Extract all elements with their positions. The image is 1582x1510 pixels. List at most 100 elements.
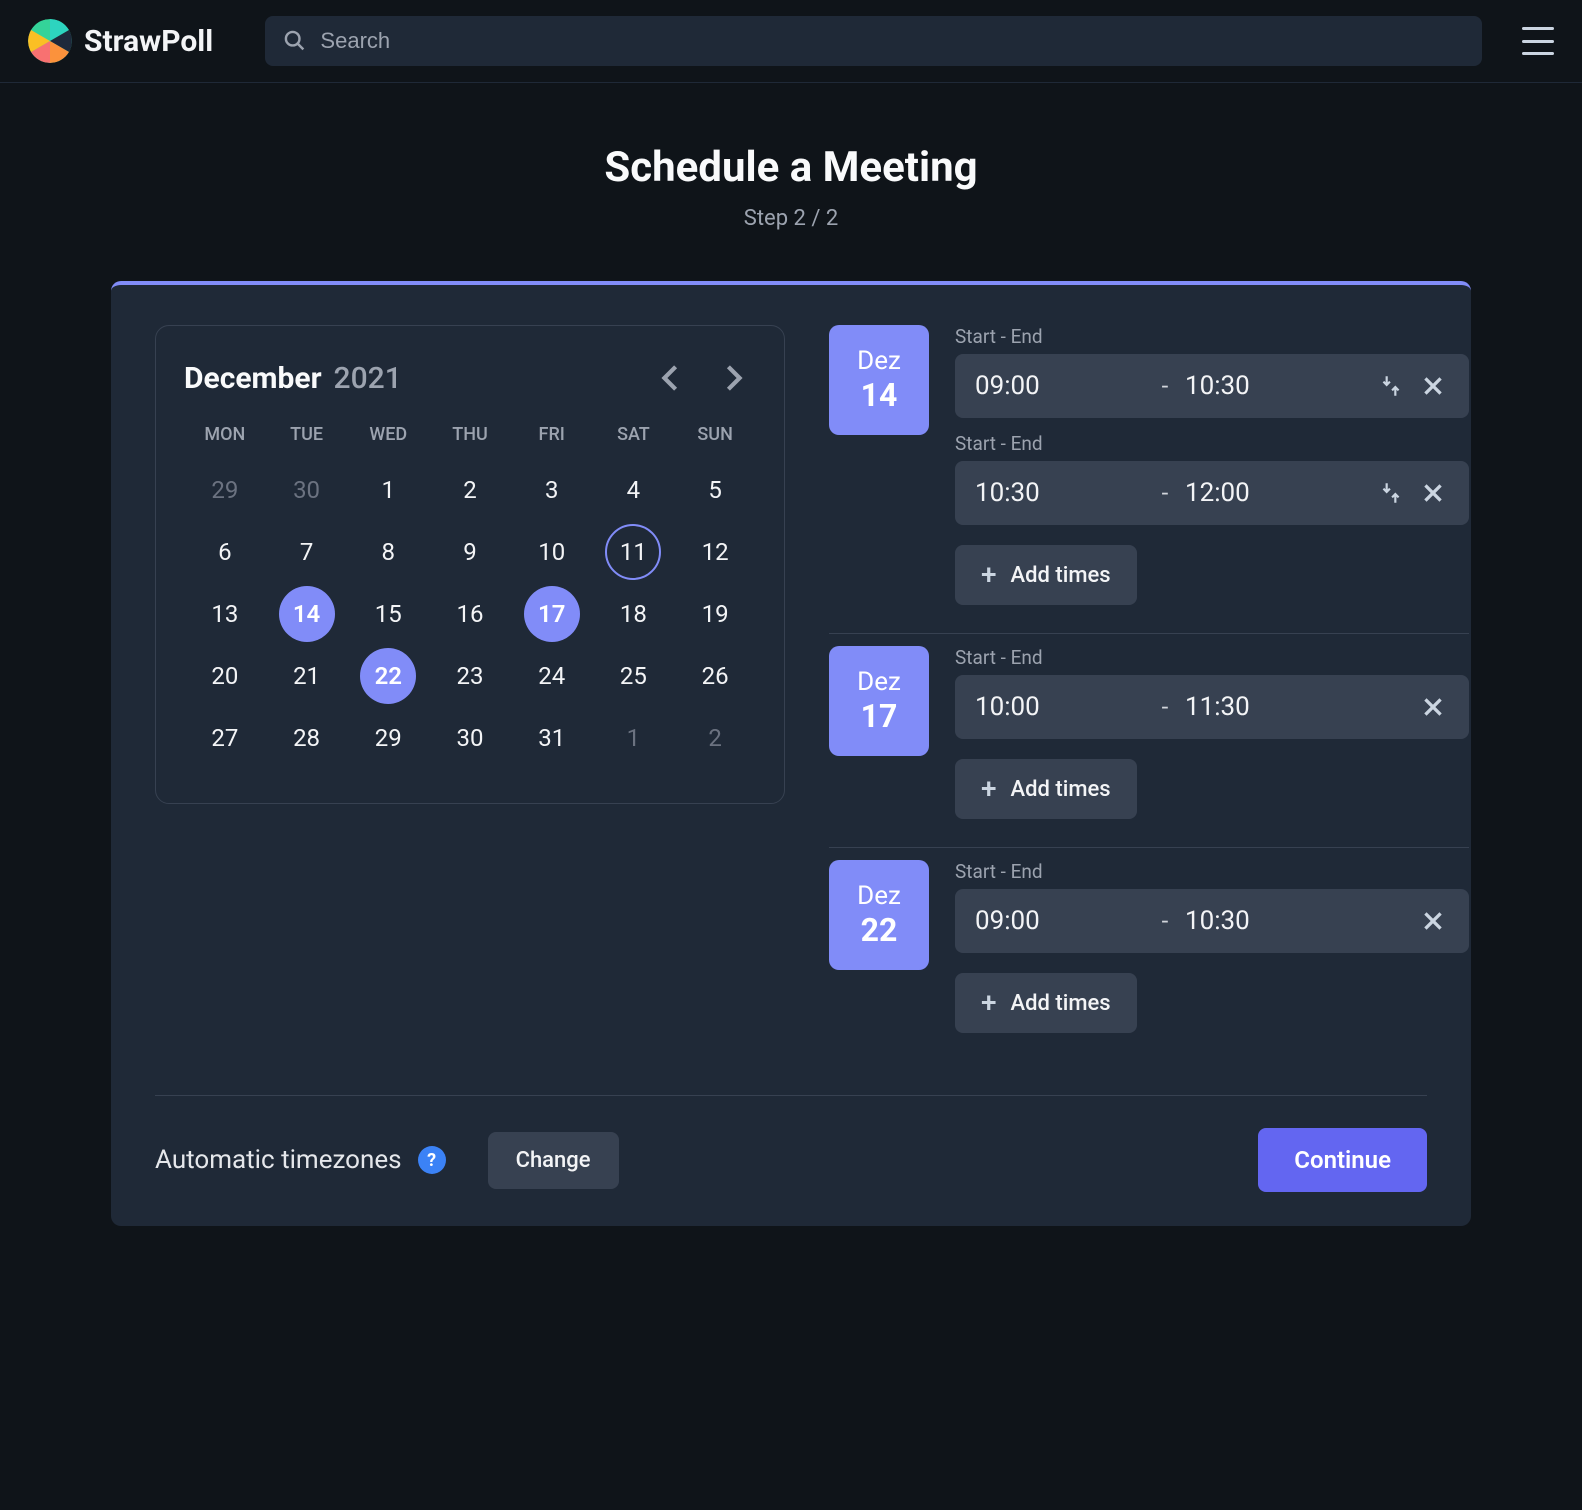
remove-slot-icon[interactable] <box>1417 905 1449 937</box>
calendar-day[interactable]: 11 <box>593 521 675 583</box>
time-slot: 10:00-11:30 <box>955 675 1469 739</box>
time-slot: 09:00-10:30 <box>955 889 1469 953</box>
calendar-day[interactable]: 21 <box>266 645 348 707</box>
calendar-day[interactable]: 30 <box>266 459 348 521</box>
remove-slot-icon[interactable] <box>1417 691 1449 723</box>
calendar-day[interactable]: 16 <box>429 583 511 645</box>
time-separator: - <box>1155 907 1175 935</box>
calendar-day[interactable]: 4 <box>593 459 675 521</box>
calendar-day[interactable]: 17 <box>511 583 593 645</box>
copy-slot-icon[interactable] <box>1375 370 1407 402</box>
calendar-dow: MON <box>184 424 266 459</box>
date-group: Dez17 Start - End 10:00-11:30 +Add times <box>829 634 1469 848</box>
calendar-day[interactable]: 27 <box>184 707 266 769</box>
calendar-title: December 2021 <box>184 361 402 396</box>
calendar-day[interactable]: 24 <box>511 645 593 707</box>
end-time-input[interactable]: 10:30 <box>1185 371 1355 401</box>
end-time-input[interactable]: 11:30 <box>1185 692 1355 722</box>
search-box[interactable] <box>265 16 1482 66</box>
calendar-day[interactable]: 9 <box>429 521 511 583</box>
calendar-day[interactable]: 12 <box>674 521 756 583</box>
remove-slot-icon[interactable] <box>1417 370 1449 402</box>
calendar-day[interactable]: 22 <box>347 645 429 707</box>
add-times-button[interactable]: +Add times <box>955 973 1137 1033</box>
logo-icon <box>28 19 72 63</box>
calendar-day[interactable]: 28 <box>266 707 348 769</box>
calendar-day[interactable]: 2 <box>429 459 511 521</box>
calendar-day[interactable]: 29 <box>347 707 429 769</box>
continue-button[interactable]: Continue <box>1258 1128 1427 1192</box>
add-times-button[interactable]: +Add times <box>955 759 1137 819</box>
date-badge: Dez17 <box>829 646 929 756</box>
calendar-day[interactable]: 26 <box>674 645 756 707</box>
help-icon[interactable]: ? <box>418 1146 446 1174</box>
calendar-day[interactable]: 1 <box>593 707 675 769</box>
calendar-dow: THU <box>429 424 511 459</box>
time-slots-panel: Dez14Start - End09:00-10:30Start - End10… <box>829 325 1469 1061</box>
time-slot: 09:00-10:30 <box>955 354 1469 418</box>
plus-icon: + <box>981 775 997 803</box>
brand-logo[interactable]: StrawPoll <box>28 19 213 63</box>
calendar-day[interactable]: 19 <box>674 583 756 645</box>
date-badge-day: 17 <box>861 697 898 735</box>
calendar-day[interactable]: 30 <box>429 707 511 769</box>
calendar-dow: TUE <box>266 424 348 459</box>
calendar-panel: December 2021 MONTUEWEDTHUFRISAT <box>155 325 785 1061</box>
calendar-day[interactable]: 31 <box>511 707 593 769</box>
start-time-input[interactable]: 10:00 <box>975 692 1145 722</box>
calendar-day[interactable]: 2 <box>674 707 756 769</box>
calendar-day[interactable]: 5 <box>674 459 756 521</box>
date-badge-month: Dez <box>857 667 901 697</box>
end-time-input[interactable]: 12:00 <box>1185 478 1355 508</box>
time-separator: - <box>1155 372 1175 400</box>
search-container <box>265 16 1482 66</box>
calendar-day[interactable]: 8 <box>347 521 429 583</box>
search-input[interactable] <box>320 28 1464 54</box>
time-slot: 10:30-12:00 <box>955 461 1469 525</box>
calendar-day[interactable]: 25 <box>593 645 675 707</box>
date-group: Dez14Start - End09:00-10:30Start - End10… <box>829 325 1469 634</box>
change-timezone-button[interactable]: Change <box>488 1132 619 1189</box>
start-time-input[interactable]: 09:00 <box>975 371 1145 401</box>
plus-icon: + <box>981 989 997 1017</box>
plus-icon: + <box>981 561 997 589</box>
time-separator: - <box>1155 479 1175 507</box>
start-time-input[interactable]: 09:00 <box>975 906 1145 936</box>
next-month-button[interactable] <box>712 356 756 400</box>
page-header: Schedule a Meeting Step 2 / 2 <box>0 143 1582 231</box>
calendar-day[interactable]: 18 <box>593 583 675 645</box>
remove-slot-icon[interactable] <box>1417 477 1449 509</box>
main-card: December 2021 MONTUEWEDTHUFRISAT <box>111 281 1471 1226</box>
calendar-day[interactable]: 20 <box>184 645 266 707</box>
app-header: StrawPoll <box>0 0 1582 83</box>
calendar-day[interactable]: 14 <box>266 583 348 645</box>
prev-month-button[interactable] <box>648 356 692 400</box>
calendar-day[interactable]: 15 <box>347 583 429 645</box>
calendar-month: December <box>184 361 322 396</box>
brand-name: StrawPoll <box>84 24 213 59</box>
calendar-day[interactable]: 10 <box>511 521 593 583</box>
date-group: Dez22Start - End09:00-10:30+Add times <box>829 848 1469 1061</box>
calendar-dow: SUN <box>674 424 756 459</box>
calendar-day[interactable]: 23 <box>429 645 511 707</box>
calendar-day[interactable]: 6 <box>184 521 266 583</box>
start-time-input[interactable]: 10:30 <box>975 478 1145 508</box>
calendar-day[interactable]: 1 <box>347 459 429 521</box>
menu-icon[interactable] <box>1522 27 1554 55</box>
end-time-input[interactable]: 10:30 <box>1185 906 1355 936</box>
calendar-day[interactable]: 13 <box>184 583 266 645</box>
copy-slot-icon[interactable] <box>1375 477 1407 509</box>
date-badge: Dez22 <box>829 860 929 970</box>
timezone-label: Automatic timezones <box>155 1145 402 1175</box>
slot-label: Start - End <box>955 432 1469 455</box>
date-badge: Dez14 <box>829 325 929 435</box>
calendar-day[interactable]: 3 <box>511 459 593 521</box>
calendar-dow: SAT <box>593 424 675 459</box>
time-separator: - <box>1155 693 1175 721</box>
slot-label: Start - End <box>955 646 1469 669</box>
calendar-day[interactable]: 29 <box>184 459 266 521</box>
add-times-button[interactable]: +Add times <box>955 545 1137 605</box>
calendar-day[interactable]: 7 <box>266 521 348 583</box>
calendar-dow: WED <box>347 424 429 459</box>
slot-label: Start - End <box>955 325 1469 348</box>
